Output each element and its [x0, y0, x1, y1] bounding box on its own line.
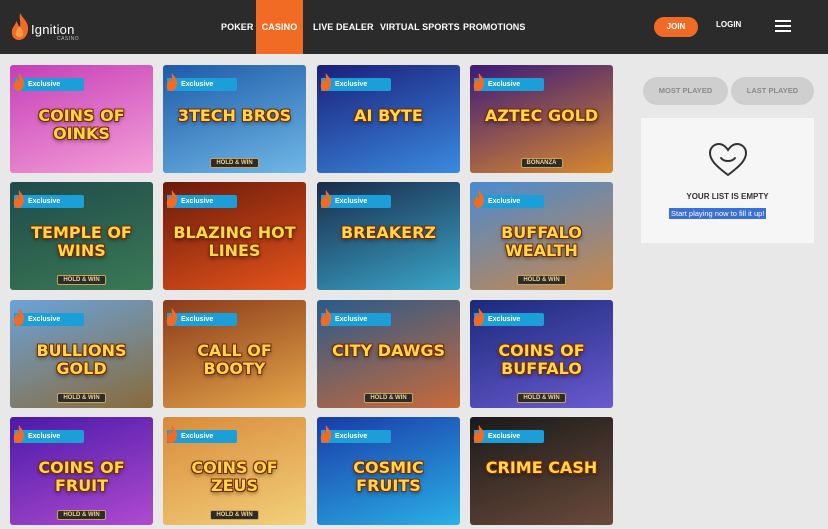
flame-icon	[13, 425, 25, 443]
nav-promotions[interactable]: PROMOTIONS	[463, 0, 526, 54]
game-subtitle-label: HOLD & WIN	[57, 510, 106, 520]
game-subtitle-label: HOLD & WIN	[57, 275, 106, 285]
game-tile-coins-of-buffalo[interactable]: Exclusive COINS OF BUFFALO HOLD & WIN	[470, 300, 613, 408]
flame-icon	[320, 308, 332, 326]
game-subtitle: HOLD & WIN	[317, 386, 460, 404]
game-tile-ai-byte[interactable]: Exclusive AI BYTE	[317, 65, 460, 173]
game-title: AI BYTE	[354, 106, 423, 125]
game-tile-blazing-hot-lines[interactable]: Exclusive BLAZING HOT LINES	[163, 182, 306, 290]
game-subtitle: HOLD & WIN	[10, 503, 153, 521]
heart-smile-icon	[708, 142, 748, 177]
game-tile-call-of-booty[interactable]: Exclusive CALL OF BOOTY	[163, 300, 306, 408]
tab-last-played[interactable]: LAST PLAYED	[731, 77, 814, 105]
join-button[interactable]: JOIN	[654, 17, 698, 37]
game-subtitle: HOLD & WIN	[10, 268, 153, 286]
top-header: Ignition CASINO POKER CASINO LIVE DEALER…	[0, 0, 828, 54]
game-title: COINS OF BUFFALO	[498, 341, 585, 378]
game-tile-coins-of-fruit[interactable]: Exclusive COINS OF FRUIT HOLD & WIN	[10, 417, 153, 525]
flame-icon	[473, 73, 485, 91]
game-tile-city-dawgs[interactable]: Exclusive CITY DAWGS HOLD & WIN	[317, 300, 460, 408]
tab-most-played[interactable]: MOST PLAYED	[643, 77, 728, 105]
flame-icon	[473, 425, 485, 443]
flame-icon	[473, 308, 485, 326]
game-title: BULLIONS GOLD	[36, 341, 127, 378]
game-title: AZTEC GOLD	[484, 106, 599, 125]
flame-icon	[320, 190, 332, 208]
game-subtitle-label: HOLD & WIN	[517, 393, 566, 403]
game-tile-cosmic-fruits[interactable]: Exclusive COSMIC FRUITS	[317, 417, 460, 525]
flame-icon	[11, 13, 29, 40]
empty-list-panel	[641, 118, 814, 243]
game-subtitle: HOLD & WIN	[10, 386, 153, 404]
game-subtitle: HOLD & WIN	[470, 268, 613, 286]
flame-icon	[166, 425, 178, 443]
game-title: TEMPLE OF WINS	[31, 223, 132, 260]
game-subtitle-label: HOLD & WIN	[210, 158, 259, 168]
game-subtitle: HOLD & WIN	[163, 503, 306, 521]
game-tile-aztec-gold[interactable]: Exclusive AZTEC GOLD BONANZA	[470, 65, 613, 173]
game-tile-crime-cash[interactable]: Exclusive CRIME CASH	[470, 417, 613, 525]
brand-name: Ignition	[31, 22, 75, 37]
game-tile-temple-of-wins[interactable]: Exclusive TEMPLE OF WINS HOLD & WIN	[10, 182, 153, 290]
flame-icon	[13, 308, 25, 326]
game-tile-coins-of-zeus[interactable]: Exclusive COINS OF ZEUS HOLD & WIN	[163, 417, 306, 525]
game-title: COSMIC FRUITS	[353, 458, 424, 495]
game-subtitle-label: HOLD & WIN	[210, 510, 259, 520]
game-title: BUFFALO WEALTH	[501, 223, 582, 260]
hamburger-menu-icon[interactable]	[775, 20, 791, 33]
empty-list-subtitle: Start playing now to fill it up!	[669, 208, 767, 219]
game-subtitle: HOLD & WIN	[163, 151, 306, 169]
login-button[interactable]: LOGIN	[716, 20, 741, 29]
game-subtitle-label: HOLD & WIN	[517, 275, 566, 285]
game-title: COINS OF FRUIT	[38, 458, 125, 495]
game-title: 3TECH BROS	[177, 106, 292, 125]
game-subtitle-label: BONANZA	[520, 158, 563, 168]
nav-poker[interactable]: POKER	[221, 0, 254, 54]
game-title: CITY DAWGS	[331, 341, 445, 360]
empty-list-title: YOUR LIST IS EMPTY	[686, 192, 769, 201]
brand-logo[interactable]: Ignition CASINO	[9, 12, 89, 42]
game-subtitle: HOLD & WIN	[470, 386, 613, 404]
game-title: COINS OF OINKS	[38, 106, 125, 143]
game-title: CRIME CASH	[485, 458, 598, 477]
game-tile-buffalo-wealth[interactable]: Exclusive BUFFALO WEALTH HOLD & WIN	[470, 182, 613, 290]
game-tile-3tech-bros[interactable]: Exclusive 3TECH BROS HOLD & WIN	[163, 65, 306, 173]
flame-icon	[166, 73, 178, 91]
brand-sub: CASINO	[57, 36, 80, 42]
game-tile-coins-of-oinks[interactable]: Exclusive COINS OF OINKS	[10, 65, 153, 173]
game-tile-bullions-gold[interactable]: Exclusive BULLIONS GOLD HOLD & WIN	[10, 300, 153, 408]
flame-icon	[320, 73, 332, 91]
game-subtitle: BONANZA	[470, 151, 613, 169]
flame-icon	[473, 190, 485, 208]
game-subtitle-label: HOLD & WIN	[364, 393, 413, 403]
game-tile-breakerz[interactable]: Exclusive BREAKERZ	[317, 182, 460, 290]
game-subtitle-label: HOLD & WIN	[57, 393, 106, 403]
flame-icon	[166, 190, 178, 208]
flame-icon	[166, 308, 178, 326]
nav-live-dealer[interactable]: LIVE DEALER	[313, 0, 374, 54]
game-title: CALL OF BOOTY	[197, 341, 272, 378]
game-title: BLAZING HOT LINES	[173, 223, 296, 260]
game-title: BREAKERZ	[340, 223, 437, 242]
nav-virtual-sports[interactable]: VIRTUAL SPORTS	[380, 0, 460, 54]
flame-icon	[13, 73, 25, 91]
nav-casino[interactable]: CASINO	[256, 0, 303, 54]
flame-icon	[13, 190, 25, 208]
flame-icon	[320, 425, 332, 443]
game-title: COINS OF ZEUS	[191, 458, 278, 495]
